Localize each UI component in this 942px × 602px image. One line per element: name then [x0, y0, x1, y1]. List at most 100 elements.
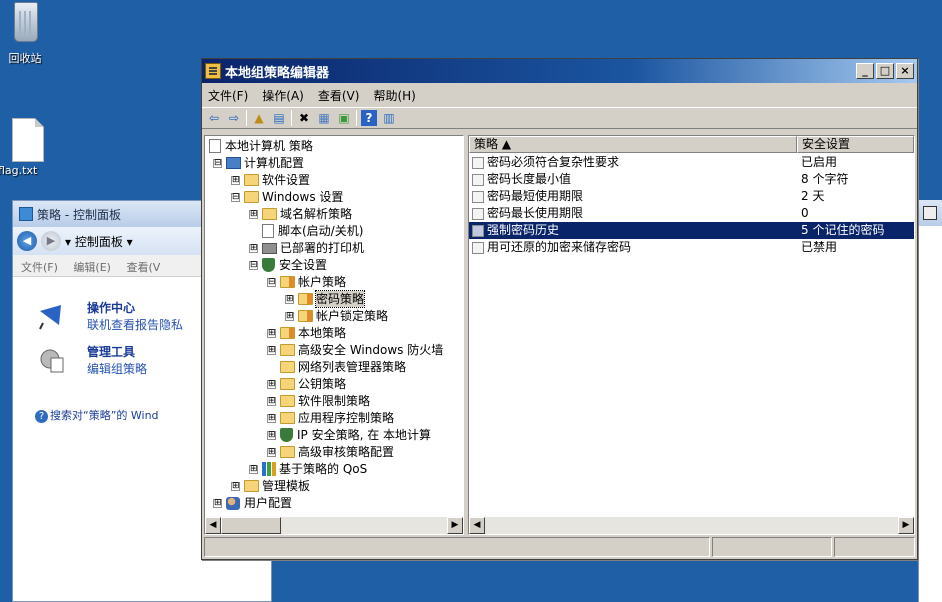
tree-node-account-policies[interactable]: ⊟ 帐户策略 [267, 274, 346, 290]
tree-node-windows-settings[interactable]: ⊟ Windows 设置 [231, 189, 343, 205]
search-windows-help[interactable]: ? 搜索对“策略”的 Wind [35, 407, 159, 423]
column-header-policy[interactable]: 策略 ▲ [469, 136, 797, 153]
maximize-button[interactable]: □ [876, 63, 894, 79]
tree-node-ip-security[interactable]: ⊞ IP 安全策略, 在 本地计算 [267, 427, 431, 443]
breadcrumb[interactable]: ▾ 控制面板 ▾ [65, 233, 133, 250]
result-sub[interactable]: 编辑组策略 [87, 362, 147, 376]
menu-file[interactable]: 文件(F) [208, 87, 248, 104]
table-row[interactable]: 密码必须符合复杂性要求 已启用 [469, 154, 914, 171]
close-button[interactable]: × [896, 63, 914, 79]
tree-node-public-key[interactable]: ⊞ 公钥策略 [267, 376, 346, 392]
menu-view[interactable]: 查看(V) [318, 87, 360, 104]
policy-item-icon [472, 190, 484, 203]
help-icon[interactable]: ? [361, 110, 377, 126]
trash-can-icon [8, 2, 42, 48]
tree-node-local-policies[interactable]: ⊞ 本地策略 [267, 325, 346, 341]
toolbar-separator [291, 110, 292, 126]
tree-node-audit-policy[interactable]: ⊞ 高级审核策略配置 [267, 444, 394, 460]
scroll-right-icon[interactable]: ▶ [898, 517, 914, 534]
policy-doc-icon [209, 139, 221, 153]
table-row[interactable]: 用可还原的加密来储存密码 已禁用 [469, 239, 914, 256]
tree-node-software-restriction[interactable]: ⊞ 软件限制策略 [267, 393, 370, 409]
tree-node-computer-config[interactable]: ⊟ 计算机配置 [213, 155, 304, 171]
folder-icon [244, 480, 259, 492]
control-panel-window-edge [918, 200, 942, 602]
policy-folder-icon [298, 293, 313, 305]
folder-icon [280, 395, 295, 407]
tree-pane[interactable]: 本地计算机 策略 ⊟ 计算机配置 ⊞ 软件设置 ⊟ Windows 设置 ⊞ 域名解析策… [204, 135, 464, 535]
recycle-bin-icon[interactable]: 回收站 [0, 0, 50, 66]
result-sub[interactable]: 联机查看报告隐私 [87, 318, 183, 332]
list-header: 策略 ▲ 安全设置 [469, 136, 914, 153]
tree-node-user-config[interactable]: ⊞ 用户配置 [213, 495, 292, 511]
security-icon [262, 258, 275, 272]
tree-horizontal-scrollbar[interactable]: ◀ ▶ [205, 517, 463, 534]
scroll-thumb[interactable] [221, 517, 281, 534]
menu-edit[interactable]: 编辑(E) [73, 261, 111, 274]
toolbar: ⇦ ⇨ ▲ ▤ ✖ ▦ ▣ ? ▥ [202, 107, 917, 129]
control-panel-icon [19, 207, 33, 221]
folder-icon [280, 361, 295, 373]
tree-node-security-settings[interactable]: ⊟ 安全设置 [249, 257, 327, 273]
script-icon [262, 224, 274, 238]
export-list-icon[interactable]: ▣ [336, 110, 352, 126]
tree-node-dns-policy[interactable]: ⊞ 域名解析策略 [249, 206, 352, 222]
tree-node-password-policy[interactable]: ⊞ 密码策略 [285, 290, 366, 308]
back-icon[interactable]: ⇦ [206, 110, 222, 126]
menu-file[interactable]: 文件(F) [21, 261, 58, 274]
list-horizontal-scrollbar[interactable]: ◀ ▶ [469, 517, 914, 534]
scroll-left-icon[interactable]: ◀ [205, 517, 221, 534]
search-text[interactable]: 搜索对“策略”的 Wind [50, 409, 159, 422]
scroll-left-icon[interactable]: ◀ [469, 517, 485, 534]
help-icon: ? [35, 410, 48, 423]
policy-list-pane[interactable]: 策略 ▲ 安全设置 密码必须符合复杂性要求 已启用 密码长度最小值 8 个字符 密码… [468, 135, 915, 535]
group-policy-editor-window[interactable]: 本地组策略编辑器 _ □ × 文件(F) 操作(A) 查看(V) 帮助(H) ⇦… [201, 58, 918, 560]
up-folder-icon[interactable]: ▲ [251, 110, 267, 126]
tree-node-scripts[interactable]: 脚本(启动/关机) [262, 223, 363, 239]
tree-node-printers[interactable]: ⊞ 已部署的打印机 [249, 240, 364, 256]
maximize-icon[interactable] [923, 206, 937, 220]
policy-item-icon [472, 224, 484, 237]
forward-icon[interactable]: ⇨ [226, 110, 242, 126]
tree-node-admin-templates[interactable]: ⊞ 管理模板 [231, 478, 310, 494]
view-icon[interactable]: ▥ [381, 110, 397, 126]
menu-help[interactable]: 帮助(H) [373, 87, 415, 104]
table-row[interactable]: 密码最短使用期限 2 天 [469, 188, 914, 205]
show-hide-tree-icon[interactable]: ▤ [271, 110, 287, 126]
policy-folder-icon [280, 276, 295, 288]
scroll-right-icon[interactable]: ▶ [447, 517, 463, 534]
status-pane [834, 537, 915, 557]
title-bar[interactable]: 本地组策略编辑器 _ □ × [202, 59, 917, 83]
tree-node-network-list[interactable]: 网络列表管理器策略 [280, 359, 406, 375]
tree-node-app-control[interactable]: ⊞ 应用程序控制策略 [267, 410, 394, 426]
flag-file-icon[interactable]: flag.txt [0, 118, 56, 177]
table-row[interactable]: 密码长度最小值 8 个字符 [469, 171, 914, 188]
admin-tools-icon [40, 349, 64, 373]
table-row[interactable]: 密码最长使用期限 0 [469, 205, 914, 222]
tree-node-software-settings[interactable]: ⊞ 软件设置 [231, 172, 310, 188]
minimize-button[interactable]: _ [856, 63, 874, 79]
forward-arrow-icon[interactable]: ▶ [41, 231, 61, 251]
tree-node-qos[interactable]: ⊞ 基于策略的 QoS [249, 461, 367, 477]
tree-node-local-policy[interactable]: 本地计算机 策略 [209, 138, 313, 154]
menu-action[interactable]: 操作(A) [262, 87, 304, 104]
policy-folder-icon [280, 327, 295, 339]
policy-item-icon [472, 241, 484, 254]
menu-view[interactable]: 查看(V [126, 261, 160, 274]
policy-item-icon [472, 207, 484, 220]
computer-icon [226, 157, 241, 169]
text-file-icon [12, 118, 44, 162]
tree-node-lockout-policy[interactable]: ⊞ 帐户锁定策略 [285, 308, 388, 324]
tree-node-firewall[interactable]: ⊞ 高级安全 Windows 防火墙 [267, 342, 443, 358]
window-title: 本地组策略编辑器 [225, 65, 330, 81]
delete-icon[interactable]: ✖ [296, 110, 312, 126]
folder-icon [280, 446, 295, 458]
policy-item-icon [472, 173, 484, 186]
flag-icon [39, 305, 61, 330]
properties-icon[interactable]: ▦ [316, 110, 332, 126]
menu-bar: 文件(F) 操作(A) 查看(V) 帮助(H) [202, 83, 917, 107]
back-arrow-icon[interactable]: ◀ [17, 231, 37, 251]
folder-icon [244, 191, 259, 203]
table-row-selected[interactable]: 强制密码历史 5 个记住的密码 [469, 222, 914, 239]
column-header-setting[interactable]: 安全设置 [797, 136, 914, 153]
